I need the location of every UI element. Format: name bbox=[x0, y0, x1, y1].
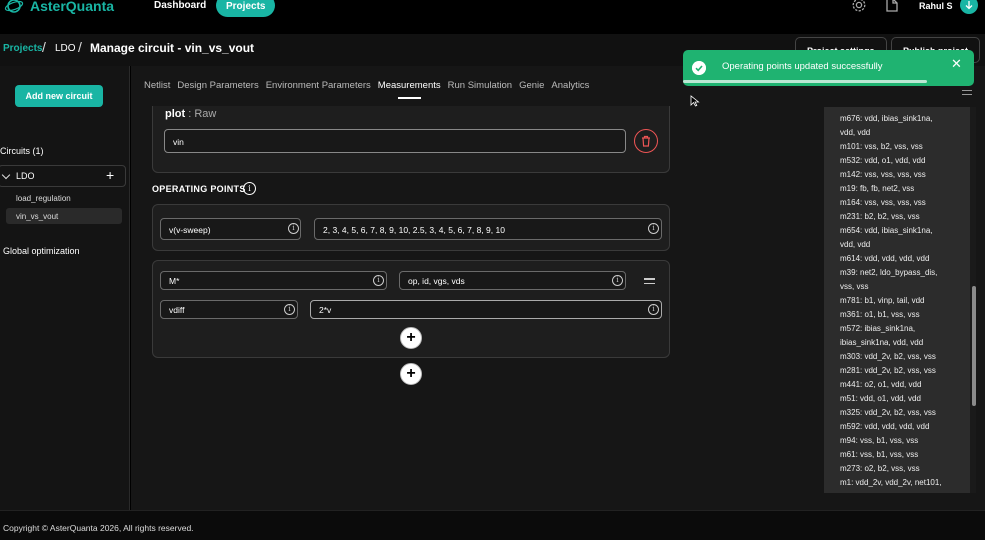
op-params-input[interactable]: op, id, vgs, vds bbox=[399, 271, 626, 290]
success-toast: Operating points updated successfully ✕ bbox=[683, 50, 974, 86]
breadcrumb-projects[interactable]: Projects bbox=[3, 43, 42, 54]
nav-projects[interactable]: Projects bbox=[216, 0, 276, 17]
trash-icon bbox=[642, 135, 650, 147]
tab-environment-parameters[interactable]: Environment Parameters bbox=[266, 80, 371, 99]
device-list-item: m676: vdd, ibias_sink1na, bbox=[840, 114, 933, 123]
document-icon[interactable] bbox=[884, 0, 900, 13]
device-list-item: vss, vss bbox=[840, 282, 869, 291]
operating-points-info-icon[interactable]: i bbox=[243, 182, 256, 195]
device-list-item: m19: fb, fb, net2, vss bbox=[840, 184, 915, 193]
expression-name-input[interactable]: vdiff bbox=[160, 300, 298, 319]
plot-separator: : bbox=[185, 108, 195, 120]
breadcrumb-separator: / bbox=[42, 39, 46, 55]
device-list-item: m325: vdd_2v, b2, vss, vss bbox=[840, 408, 936, 417]
add-circuit-button[interactable]: Add new circuit bbox=[15, 85, 103, 107]
device-list-item: m94: vss, b1, vss, vss bbox=[840, 436, 919, 445]
device-list-item: m614: vdd, vdd, vdd, vdd bbox=[840, 254, 930, 263]
sidebar-item-vin-vs-vout[interactable]: vin_vs_vout bbox=[6, 208, 122, 224]
device-list-item: m592: vdd, vdd, vdd, vdd bbox=[840, 422, 930, 431]
breadcrumb-circuit[interactable]: LDO bbox=[55, 43, 76, 54]
add-operating-point-group-button[interactable]: + bbox=[400, 363, 422, 385]
drag-handle-icon[interactable] bbox=[644, 278, 655, 287]
device-list-item: m532: vdd, o1, vdd, vdd bbox=[840, 156, 926, 165]
sidebar: Add new circuit Circuits (1) LDO + load_… bbox=[0, 66, 130, 510]
device-list-item: m781: b1, vinp, tail, vdd bbox=[840, 296, 925, 305]
add-expression-button[interactable]: + bbox=[400, 327, 422, 349]
device-list-panel: m676: vdd, ibias_sink1na, vdd, vdd m101: v… bbox=[824, 107, 971, 493]
user-name[interactable]: Rahul S bbox=[919, 1, 953, 11]
operating-points-title: OPERATING POINTS bbox=[152, 184, 246, 194]
device-list-item: m231: b2, b2, vss, vss bbox=[840, 212, 920, 221]
device-list-item: vdd, vdd bbox=[840, 128, 871, 137]
circuit-name: LDO bbox=[16, 171, 35, 181]
delete-plot-button[interactable] bbox=[634, 129, 658, 153]
device-list-item: m281: vdd_2v, b2, vss, vss bbox=[840, 366, 936, 375]
tab-design-parameters[interactable]: Design Parameters bbox=[177, 80, 258, 99]
scrollbar-thumb[interactable] bbox=[972, 286, 976, 406]
sweep-name-input[interactable]: v(v-sweep) bbox=[160, 218, 301, 240]
info-icon[interactable]: i bbox=[612, 275, 623, 286]
circuits-label: Circuits (1) bbox=[0, 146, 44, 156]
breadcrumb-separator: / bbox=[78, 39, 82, 55]
device-list-item: m51: vdd, o1, vdd, vdd bbox=[840, 394, 921, 403]
tab-genie[interactable]: Genie bbox=[519, 80, 544, 99]
device-list-item: m441: o2, o1, vdd, vdd bbox=[840, 380, 922, 389]
tab-measurements[interactable]: Measurements bbox=[378, 80, 441, 99]
device-list-item: m164: vss, vss, vss, vss bbox=[840, 198, 926, 207]
device-list-item: m101: vss, b2, vss, vss bbox=[840, 142, 923, 151]
info-icon[interactable]: i bbox=[648, 304, 659, 315]
logo-icon bbox=[4, 0, 24, 13]
arrow-down-icon bbox=[965, 1, 973, 10]
sweep-values-input[interactable]: 2, 3, 4, 5, 6, 7, 8, 9, 10, 2.5, 3, 4, 5… bbox=[314, 218, 662, 240]
device-list-item: m61: vss, b1, vss, vss bbox=[840, 450, 919, 459]
device-list-item: m361: o1, b1, vss, vss bbox=[840, 310, 920, 319]
sidebar-item-global-optimization[interactable]: Global optimization bbox=[3, 246, 80, 256]
plot-title: plot bbox=[165, 108, 186, 120]
device-list-item: m273: o2, b2, vss, vss bbox=[840, 464, 920, 473]
gear-icon[interactable] bbox=[851, 0, 867, 13]
brand-name: AsterQuanta bbox=[30, 0, 115, 14]
plot-variable-input[interactable]: vin bbox=[164, 129, 626, 153]
sidebar-item-load-regulation[interactable]: load_regulation bbox=[16, 194, 71, 203]
tab-run-simulation[interactable]: Run Simulation bbox=[448, 80, 512, 99]
page-title: Manage circuit - vin_vs_vout bbox=[90, 41, 255, 55]
chevron-down-icon[interactable] bbox=[1, 170, 11, 180]
device-list: m676: vdd, ibias_sink1na, vdd, vdd m101: v… bbox=[840, 112, 952, 493]
device-list-item: m1: vdd_2v, vdd_2v, net101, bbox=[840, 478, 942, 487]
check-circle-icon bbox=[692, 61, 706, 75]
expression-value-input[interactable]: 2*v bbox=[310, 300, 662, 319]
device-pattern-input[interactable]: M* bbox=[160, 271, 387, 290]
device-list-item: m654: vdd, ibias_sink1na, bbox=[840, 226, 933, 235]
info-icon[interactable]: i bbox=[648, 223, 659, 234]
nav-dashboard[interactable]: Dashboard bbox=[154, 0, 206, 11]
info-icon[interactable]: i bbox=[373, 275, 384, 286]
panel-menu-icon[interactable] bbox=[962, 90, 972, 98]
device-list-item: m572: ibias_sink1na, bbox=[840, 324, 916, 333]
brand[interactable]: AsterQuanta bbox=[4, 0, 114, 16]
circuit-group-ldo[interactable]: LDO + bbox=[0, 165, 126, 187]
close-icon[interactable]: ✕ bbox=[951, 56, 962, 72]
device-list-item: ibias_sink1na, vdd, vdd bbox=[840, 338, 924, 347]
copyright-text: Copyright © AsterQuanta 2026, All rights… bbox=[3, 523, 194, 533]
tab-bar: Netlist Design Parameters Environment Pa… bbox=[144, 80, 589, 99]
device-list-item: vdd, vdd bbox=[840, 240, 871, 249]
info-icon[interactable]: i bbox=[284, 304, 295, 315]
device-list-item: vss bbox=[840, 490, 952, 493]
tab-analytics[interactable]: Analytics bbox=[551, 80, 589, 99]
mouse-cursor-icon bbox=[690, 95, 700, 107]
user-menu-button[interactable] bbox=[960, 0, 978, 14]
tab-netlist[interactable]: Netlist bbox=[144, 80, 170, 99]
plot-mode: Raw bbox=[194, 108, 217, 120]
device-list-item: m142: vss, vss, vss, vss bbox=[840, 170, 926, 179]
add-testbench-icon[interactable]: + bbox=[106, 167, 114, 183]
info-icon[interactable]: i bbox=[288, 223, 299, 234]
footer: Copyright © AsterQuanta 2026, All rights… bbox=[0, 510, 985, 540]
device-list-item: m39: net2, ldo_bypass_dis, bbox=[840, 268, 938, 277]
toast-message: Operating points updated successfully bbox=[722, 61, 883, 72]
plot-label: plot : Raw bbox=[165, 108, 216, 120]
toast-progress-bar bbox=[683, 80, 928, 83]
top-nav: AsterQuanta Dashboard Projects Rahul S bbox=[0, 0, 985, 24]
device-list-item: m303: vdd_2v, b2, vss, vss bbox=[840, 352, 936, 361]
